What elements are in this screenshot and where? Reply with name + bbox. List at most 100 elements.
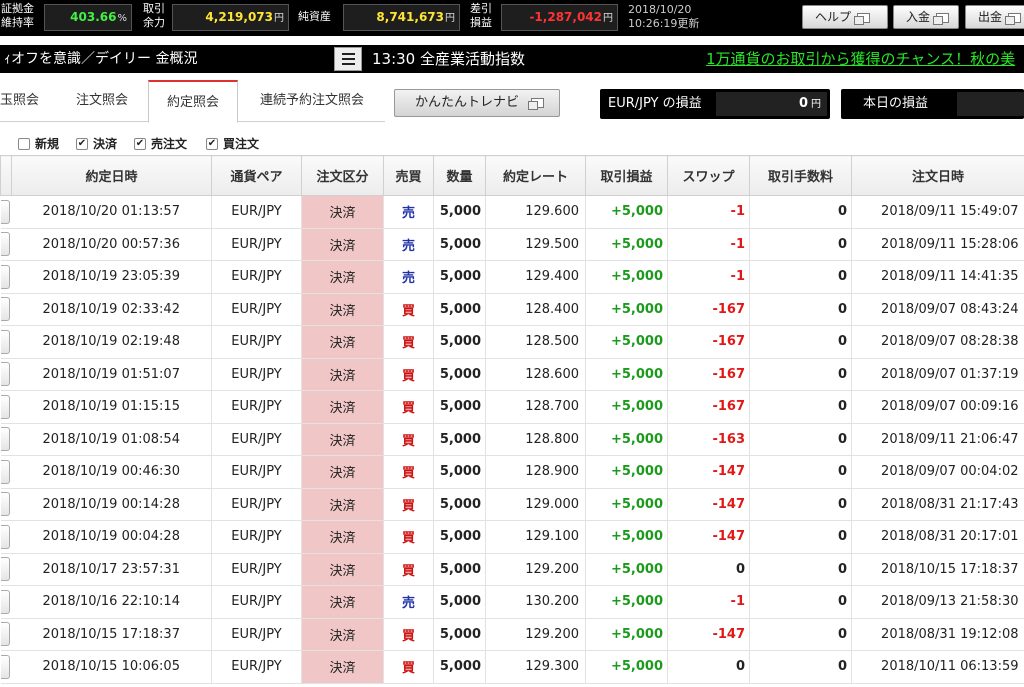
order-type-cell: 決済 xyxy=(301,618,384,651)
row-select-cell[interactable] xyxy=(0,390,12,424)
row-select-cell[interactable] xyxy=(0,585,12,619)
row-select-cell[interactable] xyxy=(0,293,12,326)
column-header-fee[interactable]: 取引手数料 xyxy=(749,155,852,196)
news-headline[interactable]: 13:30 全産業活動指数 xyxy=(366,45,696,73)
withdraw-button[interactable]: 出金 xyxy=(965,5,1024,29)
row-select-cell[interactable] xyxy=(0,520,12,554)
table-row[interactable]: 2018/10/19 00:14:28 EUR/JPY 決済買 5,000 129.00… xyxy=(0,488,1024,521)
row-select-cell[interactable] xyxy=(0,228,12,261)
column-header-quantity[interactable]: 数量 xyxy=(433,155,486,196)
row-select-cell[interactable] xyxy=(0,195,12,229)
column-header-pair[interactable]: 通貨ペア xyxy=(211,155,302,196)
pair-cell: EUR/JPY xyxy=(211,423,302,456)
deposit-button[interactable]: 入金 xyxy=(893,5,959,29)
column-header-side[interactable]: 売買 xyxy=(383,155,434,196)
row-select-button[interactable] xyxy=(0,199,10,224)
order-time-cell: 2018/09/07 00:04:02 xyxy=(851,455,1024,489)
table-row[interactable]: 2018/10/20 01:13:57 EUR/JPY 決済売 5,000 129.60… xyxy=(0,195,1024,229)
row-select-cell[interactable] xyxy=(0,488,12,521)
row-select-button[interactable] xyxy=(0,589,10,614)
row-select-button[interactable] xyxy=(0,362,10,387)
row-select-cell[interactable] xyxy=(0,650,12,684)
tab-orders[interactable]: 注文照会 xyxy=(60,80,144,122)
row-select-button[interactable] xyxy=(0,329,10,354)
row-select-cell[interactable] xyxy=(0,358,12,391)
row-select-button[interactable] xyxy=(0,297,10,322)
tab-sequential-orders[interactable]: 連続予約注文照会 xyxy=(246,80,378,122)
row-select-button[interactable] xyxy=(0,654,10,679)
side-cell: 買 xyxy=(383,553,434,586)
pl-cell: +5,000 xyxy=(585,195,668,229)
row-select-button[interactable] xyxy=(0,557,10,582)
news-menu-button[interactable] xyxy=(334,47,362,71)
filter-settlement[interactable]: ✔ 決済 xyxy=(76,137,117,151)
table-row[interactable]: 2018/10/19 01:08:54 EUR/JPY 決済買 5,000 128.80… xyxy=(0,423,1024,456)
column-header-pl[interactable]: 取引損益 xyxy=(585,155,668,196)
swap-cell: -167 xyxy=(667,325,750,359)
campaign-link[interactable]: 1万通貨のお取引から獲得のチャンス！秋の美 xyxy=(700,45,1024,73)
table-row[interactable]: 2018/10/15 17:18:37 EUR/JPY 決済買 5,000 129.20… xyxy=(0,618,1024,651)
side-cell: 買 xyxy=(383,390,434,424)
filter-buy-orders[interactable]: ✔ 買注文 xyxy=(206,137,259,151)
row-select-button[interactable] xyxy=(0,264,10,289)
tab-executions[interactable]: 約定照会 xyxy=(148,80,238,123)
row-select-button[interactable] xyxy=(0,524,10,549)
checkbox-unchecked-icon[interactable] xyxy=(18,138,30,150)
row-select-cell[interactable] xyxy=(0,325,12,359)
row-select-button[interactable] xyxy=(0,459,10,484)
order-type-cell: 決済 xyxy=(301,585,384,619)
row-select-cell[interactable] xyxy=(0,455,12,489)
order-type-cell: 決済 xyxy=(301,553,384,586)
column-header-exec-time[interactable]: 約定日時 xyxy=(11,155,212,196)
row-select-button[interactable] xyxy=(0,427,10,452)
row-select-button[interactable] xyxy=(0,622,10,647)
help-button[interactable]: ヘルプ xyxy=(802,5,888,29)
row-select-button[interactable] xyxy=(0,232,10,257)
easy-trade-navi-button[interactable]: かんたんトレナビ xyxy=(394,89,560,117)
table-row[interactable]: 2018/10/19 01:51:07 EUR/JPY 決済買 5,000 128.60… xyxy=(0,358,1024,391)
table-row[interactable]: 2018/10/19 00:04:28 EUR/JPY 決済買 5,000 129.10… xyxy=(0,520,1024,554)
market-report-headline[interactable]: ｨオフを意識／デイリー 金概況 xyxy=(0,45,333,73)
row-select-cell[interactable] xyxy=(0,423,12,456)
fee-cell: 0 xyxy=(749,293,852,326)
table-row[interactable]: 2018/10/20 00:57:36 EUR/JPY 決済売 5,000 129.50… xyxy=(0,228,1024,261)
row-select-cell[interactable] xyxy=(0,618,12,651)
side-cell: 売 xyxy=(383,260,434,294)
checkbox-checked-icon[interactable]: ✔ xyxy=(206,138,218,150)
checkbox-checked-icon[interactable]: ✔ xyxy=(134,138,146,150)
row-select-cell[interactable] xyxy=(0,553,12,586)
row-select-button[interactable] xyxy=(0,492,10,517)
table-row[interactable]: 2018/10/19 02:33:42 EUR/JPY 決済買 5,000 128.40… xyxy=(0,293,1024,326)
row-select-cell[interactable] xyxy=(0,260,12,294)
quantity-cell: 5,000 xyxy=(433,618,486,651)
pl-cell: +5,000 xyxy=(585,390,668,424)
table-row[interactable]: 2018/10/17 23:57:31 EUR/JPY 決済買 5,000 129.20… xyxy=(0,553,1024,586)
exec-time-cell: 2018/10/16 22:10:14 xyxy=(11,585,212,619)
fee-cell: 0 xyxy=(749,585,852,619)
filter-sell-orders[interactable]: ✔ 売注文 xyxy=(134,137,187,151)
row-select-button[interactable] xyxy=(0,394,10,419)
fee-cell: 0 xyxy=(749,228,852,261)
column-header-swap[interactable]: スワップ xyxy=(667,155,750,196)
column-header-rate[interactable]: 約定レート xyxy=(485,155,586,196)
column-header-order-type[interactable]: 注文区分 xyxy=(301,155,384,196)
rate-cell: 128.800 xyxy=(485,423,586,456)
table-row[interactable]: 2018/10/19 23:05:39 EUR/JPY 決済売 5,000 129.40… xyxy=(0,260,1024,294)
swap-cell: -147 xyxy=(667,455,750,489)
rate-cell: 129.200 xyxy=(485,553,586,586)
pair-cell: EUR/JPY xyxy=(211,260,302,294)
order-type-cell: 決済 xyxy=(301,293,384,326)
table-row[interactable]: 2018/10/19 00:46:30 EUR/JPY 決済買 5,000 128.90… xyxy=(0,455,1024,489)
tab-positions[interactable]: 玉照会 xyxy=(0,80,52,122)
swap-cell: -147 xyxy=(667,618,750,651)
table-row[interactable]: 2018/10/15 10:06:05 EUR/JPY 決済買 5,000 129.30… xyxy=(0,650,1024,684)
filter-new[interactable]: 新規 xyxy=(18,137,59,151)
column-header-order-time[interactable]: 注文日時 xyxy=(851,155,1024,196)
popup-window-icon xyxy=(854,12,871,25)
table-row[interactable]: 2018/10/19 02:19:48 EUR/JPY 決済買 5,000 128.50… xyxy=(0,325,1024,359)
pl-cell: +5,000 xyxy=(585,618,668,651)
checkbox-checked-icon[interactable]: ✔ xyxy=(76,138,88,150)
table-row[interactable]: 2018/10/16 22:10:14 EUR/JPY 決済売 5,000 130.20… xyxy=(0,585,1024,619)
swap-cell: -167 xyxy=(667,390,750,424)
table-row[interactable]: 2018/10/19 01:15:15 EUR/JPY 決済買 5,000 128.70… xyxy=(0,390,1024,424)
